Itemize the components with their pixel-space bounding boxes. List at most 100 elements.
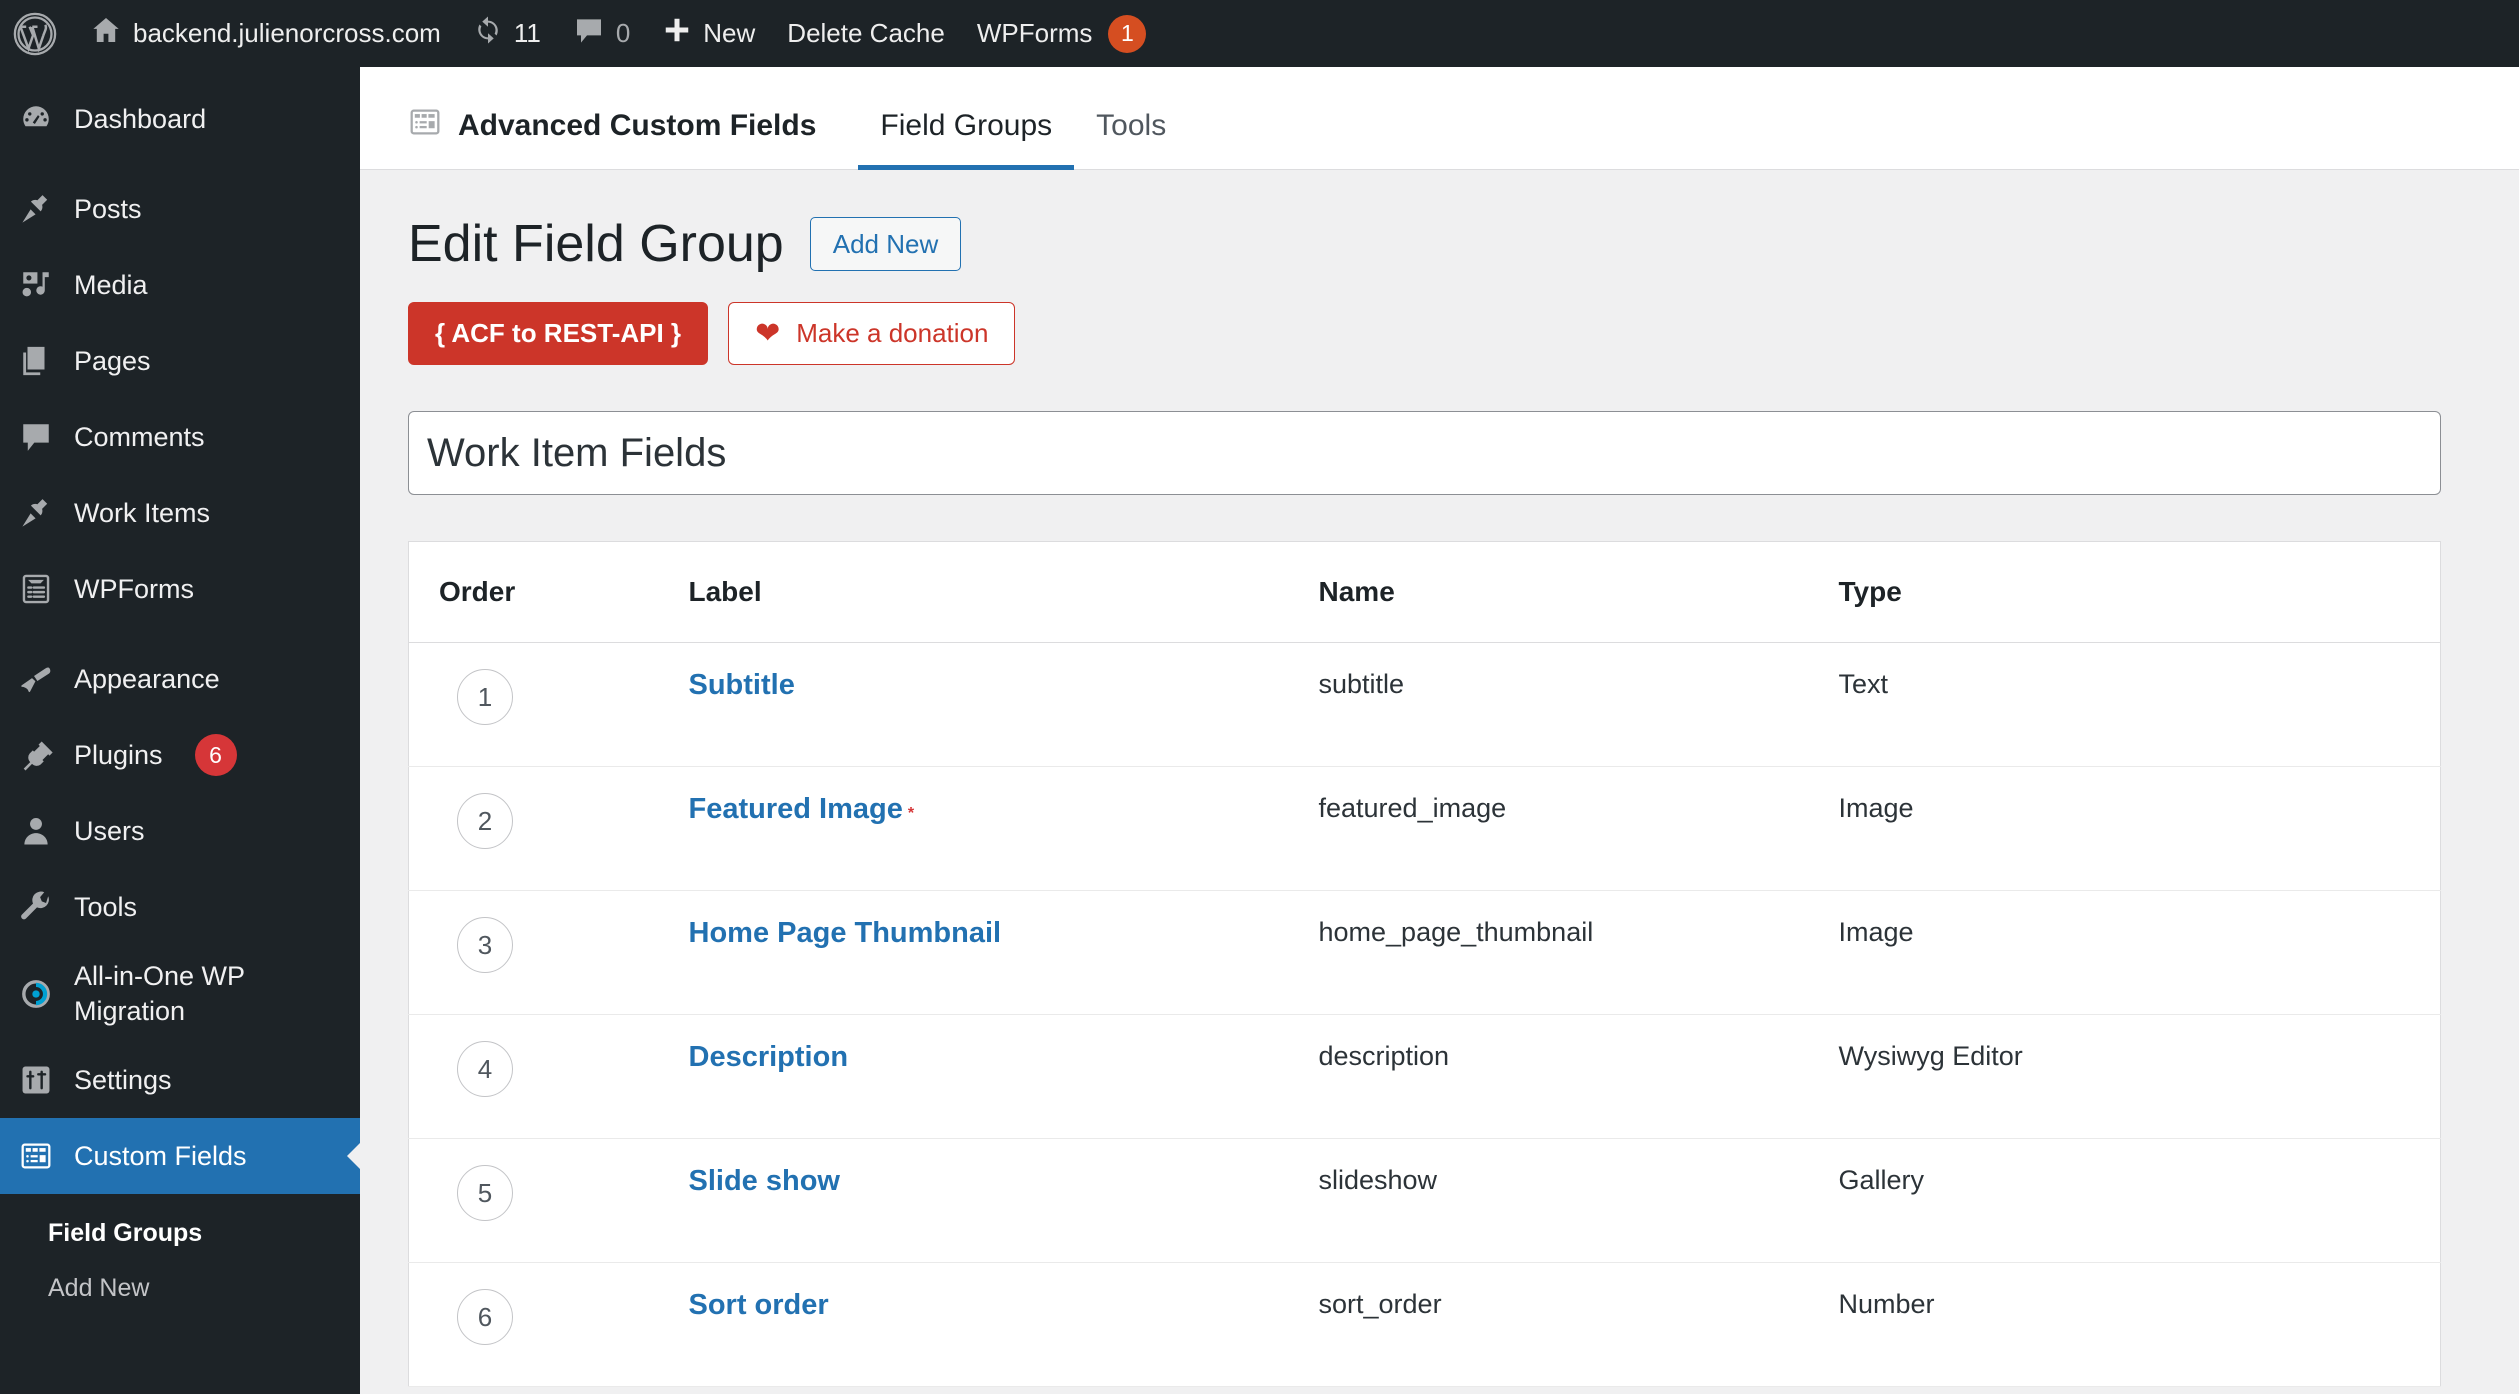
- wpforms-label: WPForms: [976, 18, 1093, 48]
- table-row[interactable]: 2 Featured Image * featured_image Image: [408, 766, 2441, 891]
- cell-name: slideshow: [1318, 1138, 1839, 1263]
- field-name-value: description: [1318, 1041, 1450, 1071]
- table-row[interactable]: 4 Description description Wysiwyg Editor: [408, 1014, 2441, 1139]
- field-type-value: Text: [1838, 669, 1889, 699]
- required-marker: *: [907, 805, 915, 822]
- sidebar-item-wpforms[interactable]: WPForms: [0, 551, 360, 627]
- sidebar-label: Comments: [74, 421, 205, 452]
- delete-cache-button[interactable]: Delete Cache: [771, 0, 961, 67]
- sidebar-item-users[interactable]: Users: [0, 793, 360, 869]
- site-name-label: backend.julienorcross.com: [133, 18, 441, 48]
- cell-name: subtitle: [1318, 642, 1839, 767]
- sidebar-item-dashboard[interactable]: Dashboard: [0, 81, 360, 157]
- field-name-value: subtitle: [1318, 669, 1405, 699]
- cell-type: Image: [1838, 890, 2441, 1015]
- field-label-link[interactable]: Description: [689, 1041, 849, 1073]
- wpforms-clipboard-icon: [16, 569, 56, 609]
- sidebar-label: Plugins: [74, 739, 163, 770]
- aiowpm-swirl-icon: [16, 974, 56, 1014]
- field-label-link[interactable]: Sort order: [689, 1289, 829, 1321]
- sidebar-label: Posts: [74, 193, 142, 224]
- sidebar-label: Pages: [74, 345, 151, 376]
- fields-table-body: 1 Subtitle subtitle Text 2 Featured Imag…: [408, 642, 2441, 1387]
- make-a-donation-button[interactable]: ❤ Make a donation: [728, 302, 1016, 365]
- cell-label: Slide show: [688, 1138, 1319, 1263]
- updates-menu[interactable]: 11: [457, 0, 557, 67]
- order-number: 3: [457, 917, 513, 973]
- pages-icon: [16, 341, 56, 381]
- cell-label: Description: [688, 1014, 1319, 1139]
- sidebar-item-custom-fields[interactable]: Custom Fields: [0, 1118, 360, 1195]
- table-row[interactable]: 6 Sort order sort_order Number: [408, 1262, 2441, 1387]
- field-name-value: sort_order: [1318, 1289, 1442, 1319]
- field-label-link[interactable]: Slide show: [689, 1165, 840, 1197]
- cell-order: 2: [408, 766, 689, 891]
- acf-tabs: Field Groups Tools: [858, 109, 1188, 170]
- column-header-order: Order: [408, 541, 689, 643]
- comment-bubble-icon: [16, 417, 56, 457]
- add-new-button[interactable]: Add New: [809, 216, 962, 272]
- new-content-menu[interactable]: New: [646, 0, 771, 67]
- comments-count: 0: [615, 18, 631, 48]
- tab-tools[interactable]: Tools: [1074, 109, 1188, 170]
- custom-fields-grid-icon: [16, 1136, 56, 1176]
- sidebar-item-comments[interactable]: Comments: [0, 399, 360, 475]
- field-name-value: featured_image: [1318, 793, 1507, 823]
- sidebar-item-all-in-one-wp-migration[interactable]: All-in-One WP Migration: [0, 945, 360, 1042]
- plug-icon: [16, 735, 56, 775]
- field-name-value: slideshow: [1318, 1165, 1438, 1195]
- sidebar-label: Settings: [74, 1064, 172, 1095]
- table-row[interactable]: 5 Slide show slideshow Gallery: [408, 1138, 2441, 1263]
- field-name-value: home_page_thumbnail: [1318, 917, 1594, 947]
- comments-menu[interactable]: 0: [557, 0, 646, 67]
- updates-count: 11: [513, 18, 541, 48]
- sidebar-item-tools[interactable]: Tools: [0, 869, 360, 945]
- field-label-link[interactable]: Featured Image: [689, 793, 903, 825]
- menu-spacer-1: [0, 157, 360, 171]
- site-name-menu[interactable]: backend.julienorcross.com: [74, 0, 457, 67]
- cell-order: 4: [408, 1014, 689, 1139]
- sidebar-item-settings[interactable]: Settings: [0, 1042, 360, 1118]
- home-icon: [90, 14, 122, 53]
- fields-table-wrap: Order Label Name Type 1 Subtitle subtitl…: [360, 495, 2519, 1387]
- acf-grid-icon: [408, 105, 442, 147]
- paintbrush-icon: [16, 659, 56, 699]
- make-a-donation-label: Make a donation: [796, 318, 989, 348]
- cell-name: featured_image: [1318, 766, 1839, 891]
- user-icon: [16, 811, 56, 851]
- sidebar-label: Tools: [74, 891, 138, 922]
- sidebar-item-work-items[interactable]: Work Items: [0, 475, 360, 551]
- order-number: 6: [457, 1289, 513, 1345]
- table-row[interactable]: 1 Subtitle subtitle Text: [408, 642, 2441, 767]
- wp-logo-menu[interactable]: [0, 0, 74, 67]
- acf-brand: Advanced Custom Fields: [408, 105, 816, 169]
- wpforms-menu[interactable]: WPForms 1: [961, 0, 1163, 67]
- acf-to-rest-api-button[interactable]: { ACF to REST-API }: [408, 302, 709, 365]
- column-header-name: Name: [1318, 541, 1839, 643]
- submenu-item-field-groups[interactable]: Field Groups: [0, 1206, 360, 1261]
- main-content: Advanced Custom Fields Field Groups Tool…: [360, 67, 2519, 1394]
- sidebar-label: Appearance: [74, 663, 220, 694]
- field-type-value: Image: [1838, 917, 1914, 947]
- field-label-link[interactable]: Home Page Thumbnail: [689, 917, 1002, 949]
- page-header: Edit Field Group Add New: [360, 170, 2519, 274]
- sidebar-item-plugins[interactable]: Plugins 6: [0, 717, 360, 793]
- field-label-link[interactable]: Subtitle: [689, 669, 795, 701]
- cell-type: Wysiwyg Editor: [1838, 1014, 2441, 1139]
- acf-brand-label: Advanced Custom Fields: [458, 109, 817, 142]
- table-row[interactable]: 3 Home Page Thumbnail home_page_thumbnai…: [408, 890, 2441, 1015]
- dashboard-gauge-icon: [16, 99, 56, 139]
- field-group-title-input[interactable]: [408, 411, 2441, 495]
- sidebar-item-pages[interactable]: Pages: [0, 323, 360, 399]
- comment-bubble-icon: [573, 14, 605, 53]
- sidebar-item-media[interactable]: Media: [0, 247, 360, 323]
- sidebar-item-posts[interactable]: Posts: [0, 171, 360, 247]
- order-number: 5: [457, 1165, 513, 1221]
- acf-rest-api-bar: { ACF to REST-API } ❤ Make a donation: [360, 274, 2519, 365]
- sidebar-item-appearance[interactable]: Appearance: [0, 641, 360, 717]
- tab-field-groups[interactable]: Field Groups: [858, 109, 1075, 170]
- custom-fields-submenu: Field Groups Add New: [0, 1194, 360, 1335]
- page-title: Edit Field Group: [408, 215, 784, 273]
- plus-icon: [662, 15, 692, 52]
- submenu-item-add-new[interactable]: Add New: [0, 1261, 360, 1316]
